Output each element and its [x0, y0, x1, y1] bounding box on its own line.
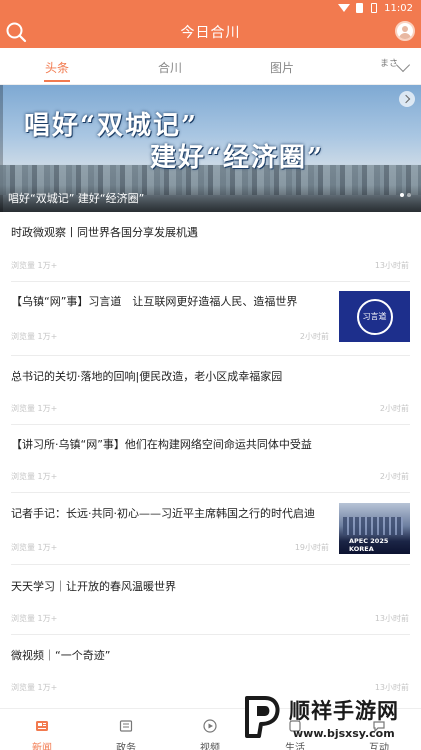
news-time: 2小时前 [299, 332, 329, 341]
sim-icon [354, 3, 364, 13]
status-bar: 11:02 [0, 0, 421, 16]
news-source: 浏览量 1万+ [11, 543, 58, 552]
carousel-dot [400, 193, 404, 197]
tab-more[interactable]: まさ [380, 56, 398, 69]
carousel-dot [407, 193, 411, 197]
wifi-icon [338, 3, 351, 13]
seal-image: 习言道 [356, 298, 393, 335]
news-title: 【讲习所·乌镇“网”事】他们在构建网络空间命运共同体中受益 [11, 438, 312, 451]
watermark: 顺祥手游网 www.bjsxsy.com [241, 690, 421, 750]
news-time: 2小时前 [379, 472, 409, 481]
news-title: 总书记的关切·落地的回响|便民改造，老小区成幸福家园 [11, 370, 283, 383]
nav-label: 视频 [200, 743, 220, 750]
battery-icon [369, 3, 379, 13]
tab-headline[interactable]: 头条 [45, 59, 69, 76]
watermark-name: 顺祥手游网 [289, 699, 399, 723]
news-source: 浏览量 1万+ [11, 404, 58, 413]
chevron-right-icon[interactable] [399, 91, 415, 107]
news-time: 19小时前 [294, 543, 329, 552]
news-title: 微视频｜“一个奇迹” [11, 649, 111, 662]
government-icon [119, 720, 133, 732]
watermark-url: www.bjsxsy.com [293, 727, 395, 740]
news-time: 13小时前 [374, 614, 409, 623]
news-title: 记者手记：长远·共同·初心——习近平主席韩国之行的时代启迪 [11, 507, 315, 520]
search-icon[interactable] [5, 21, 27, 43]
nav-label: 新闻 [32, 743, 52, 750]
app-title: 今日合川 [180, 25, 241, 41]
news-thumbnail: 习言道 [339, 291, 410, 342]
news-time: 2小时前 [379, 404, 409, 413]
tab-active-indicator [44, 80, 70, 82]
chevron-down-icon[interactable] [395, 57, 411, 73]
news-source: 浏览量 1万+ [11, 472, 58, 481]
news-icon [36, 721, 48, 731]
apec-logo: APEC 2025 KOREA [349, 537, 389, 553]
carousel-dots [400, 193, 411, 197]
banner-caption: 唱好“双城记” 建好“经济圈” [8, 192, 145, 205]
news-title: 时政微观察丨同世界各国分享发展机遇 [11, 226, 198, 239]
banner-carousel[interactable]: 唱好“双城记” 建好“经济圈” 唱好“双城记” 建好“经济圈” [0, 85, 421, 212]
news-time: 13小时前 [374, 261, 409, 270]
news-source: 浏览量 1万+ [11, 614, 58, 623]
avatar[interactable] [395, 21, 415, 41]
news-source: 浏览量 1万+ [11, 261, 58, 270]
watermark-logo-icon [245, 696, 280, 738]
news-source: 浏览量 1万+ [11, 683, 58, 692]
nav-government[interactable]: 政务 [101, 709, 151, 750]
nav-news[interactable]: 新闻 [17, 709, 67, 750]
nav-video[interactable]: 视频 [185, 709, 235, 750]
video-play-icon [203, 719, 217, 733]
app-bar: 今日合川 [0, 16, 421, 48]
status-time: 11:02 [384, 2, 413, 14]
banner-headline-line2: 建好“经济圈” [150, 143, 324, 173]
nav-label: 政务 [116, 743, 136, 750]
news-title: 天天学习｜让开放的春风温暖世界 [11, 580, 176, 593]
tab-pictures[interactable]: 图片 [270, 59, 294, 76]
tab-hechuan[interactable]: 合川 [158, 59, 182, 76]
news-source: 浏览量 1万+ [11, 332, 58, 341]
channel-tabs: 头条 合川 图片 まさ [0, 48, 421, 85]
news-thumbnail: APEC 2025 KOREA [339, 503, 410, 554]
news-title: 【乌镇“网”事】习言道 让互联网更好造福人民、造福世界 [11, 295, 298, 308]
